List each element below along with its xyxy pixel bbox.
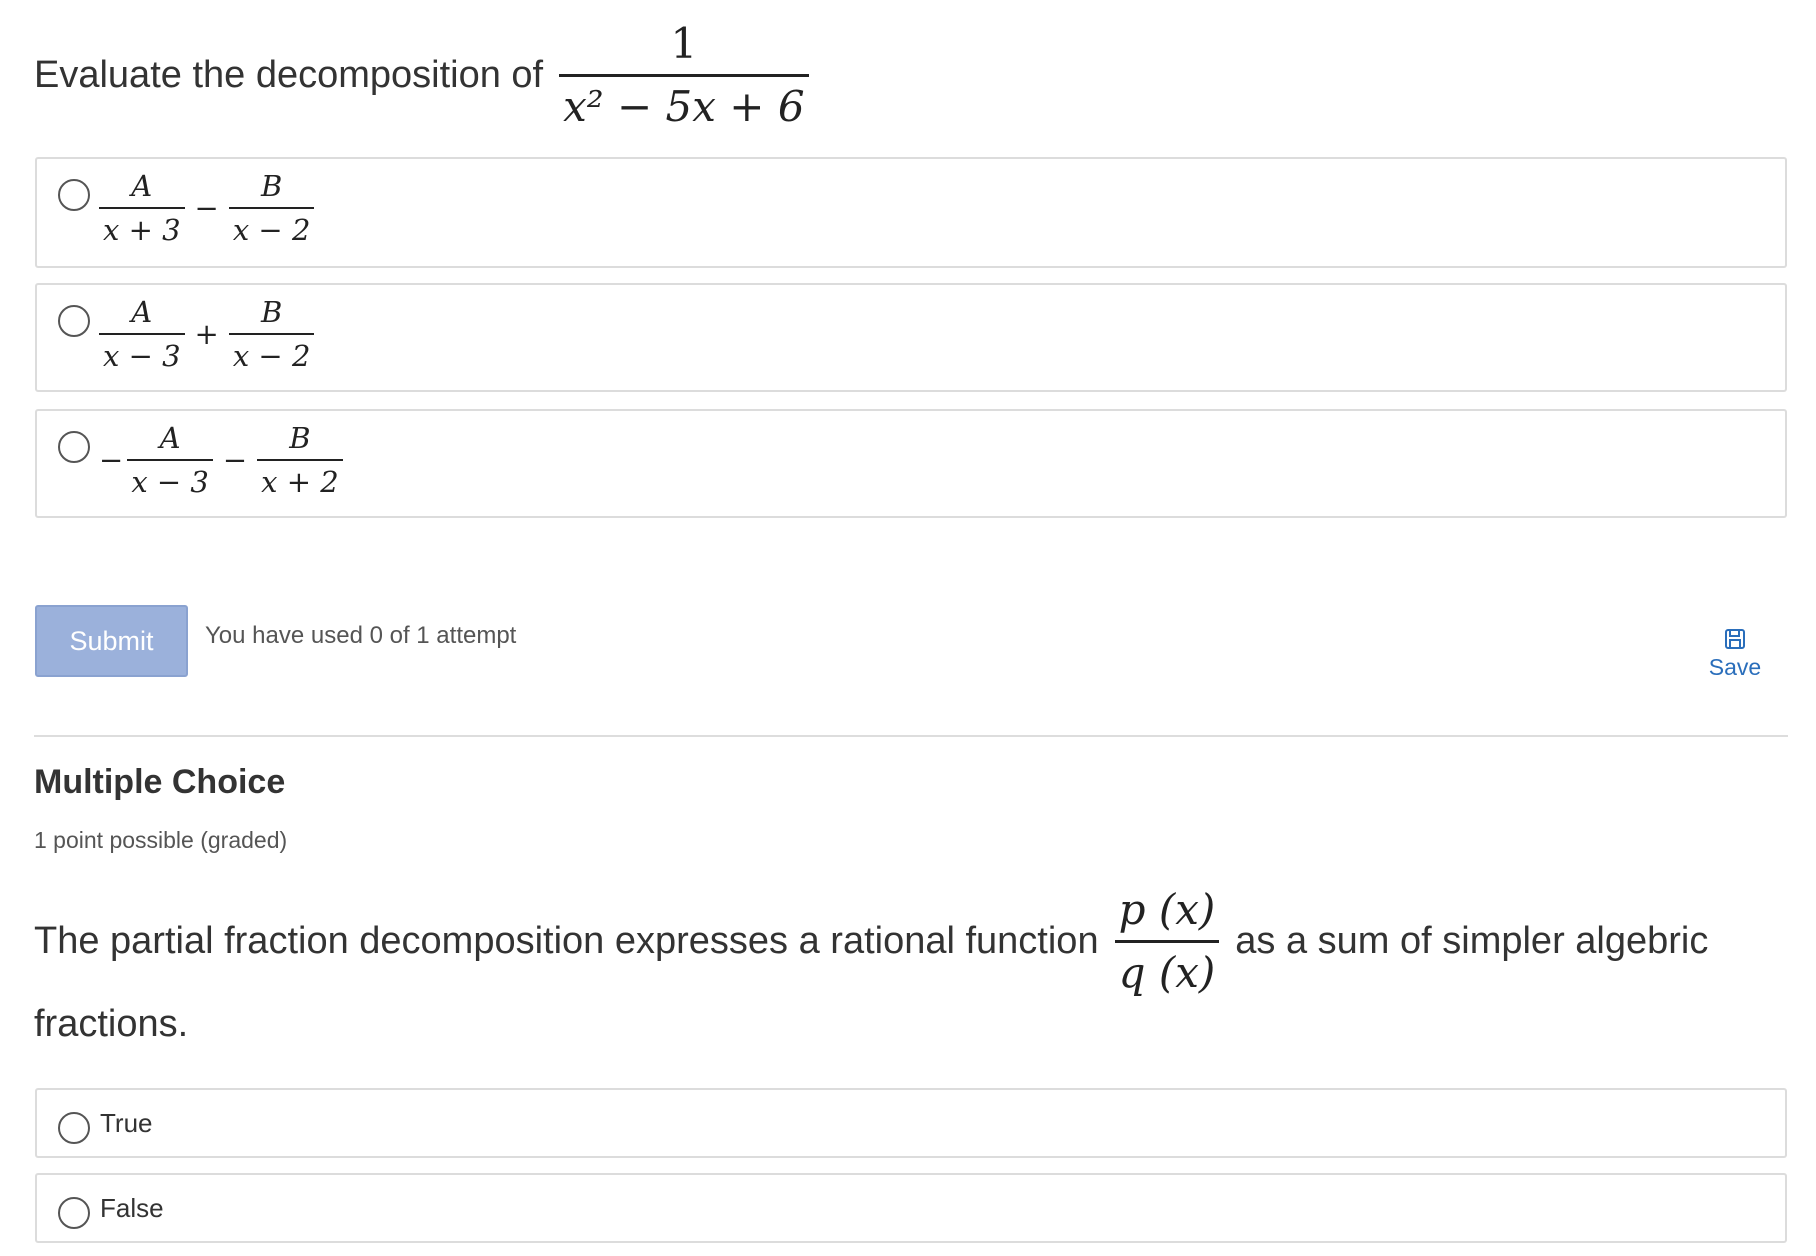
points-label: 1 point possible (graded): [34, 827, 288, 853]
answer-option-false[interactable]: False: [35, 1173, 1787, 1243]
fraction-denominator: x + 3: [103, 213, 181, 248]
fraction-denominator: x + 2: [261, 465, 339, 500]
fraction-denominator: x² − 5x + 6: [563, 81, 805, 131]
radio-button[interactable]: [58, 431, 90, 463]
attempts-text: You have used 0 of 1 attempt: [205, 622, 517, 649]
fraction-denominator: x − 3: [131, 465, 209, 500]
question-2-text: The partial fraction decomposition expre…: [34, 885, 1709, 997]
fraction-bar: [1114, 940, 1220, 943]
answer-option-1[interactable]: A x + 3 − B x − 2: [35, 157, 1787, 268]
question-2-text-after: as a sum of simpler algebric: [1235, 919, 1709, 962]
question-1-prompt: Evaluate the decomposition of: [34, 53, 544, 96]
option-expression: − A x − 3 − B x + 2: [99, 423, 343, 498]
fraction-numerator: 1: [670, 19, 698, 68]
fraction-denominator: q (x): [1118, 947, 1216, 997]
fraction-denominator: x − 2: [232, 213, 311, 248]
save-button[interactable]: Save: [1690, 628, 1780, 681]
section-title: Multiple Choice: [34, 763, 286, 801]
fraction-numerator: B: [260, 169, 283, 203]
fraction-bar: [99, 333, 185, 336]
fraction-numerator: A: [131, 295, 153, 329]
fraction-denominator: x − 2: [232, 339, 311, 374]
question-2-fraction: p (x) q (x): [1114, 885, 1220, 997]
option-expression: A x − 3 + B x − 2: [99, 295, 315, 374]
fraction-bar: [228, 333, 315, 336]
question-1-prompt-row: Evaluate the decomposition of 1 x² − 5x …: [34, 19, 809, 131]
fraction-numerator: p (x): [1118, 885, 1216, 934]
answer-option-3[interactable]: − A x − 3 − B x + 2: [35, 409, 1787, 518]
option-fraction-a: A x − 3: [127, 423, 213, 498]
option-operator: −: [222, 443, 248, 478]
submit-button[interactable]: Submit: [35, 605, 188, 677]
option-expression: A x + 3 − B x − 2: [99, 169, 315, 248]
answer-option-true[interactable]: True: [35, 1088, 1787, 1158]
fraction-bar: [228, 207, 315, 210]
option-operator: +: [194, 317, 219, 352]
fraction-numerator: B: [289, 421, 311, 455]
question-2-text-before: The partial fraction decomposition expre…: [34, 919, 1099, 962]
radio-button[interactable]: [58, 305, 90, 337]
answer-option-2[interactable]: A x − 3 + B x − 2: [35, 283, 1787, 392]
option-operator: −: [194, 191, 219, 226]
option-label: True: [100, 1108, 153, 1138]
option-fraction-a: A x + 3: [99, 171, 185, 246]
fraction-bar: [127, 459, 213, 462]
fraction-numerator: A: [159, 421, 181, 455]
section-divider: [34, 735, 1788, 737]
question-1-fraction: 1 x² − 5x + 6: [559, 19, 809, 131]
option-label: False: [100, 1193, 164, 1223]
option-fraction-b: B x − 2: [228, 169, 315, 248]
option-fraction-a: A x − 3: [99, 297, 185, 372]
option-lead-sign: −: [99, 443, 124, 478]
fraction-bar: [559, 74, 809, 77]
radio-button[interactable]: [58, 1197, 90, 1229]
option-fraction-b: B x − 2: [228, 295, 315, 374]
save-label: Save: [1708, 654, 1762, 680]
option-fraction-b: B x + 2: [257, 423, 343, 498]
fraction-bar: [99, 207, 185, 210]
fraction-bar: [257, 459, 343, 462]
floppy-disk-icon: [1690, 628, 1780, 650]
question-2-text-line2: fractions.: [34, 1003, 189, 1045]
fraction-numerator: B: [260, 295, 283, 329]
fraction-denominator: x − 3: [103, 339, 181, 374]
radio-button[interactable]: [58, 179, 90, 211]
fraction-numerator: A: [131, 169, 153, 203]
radio-button[interactable]: [58, 1112, 90, 1144]
